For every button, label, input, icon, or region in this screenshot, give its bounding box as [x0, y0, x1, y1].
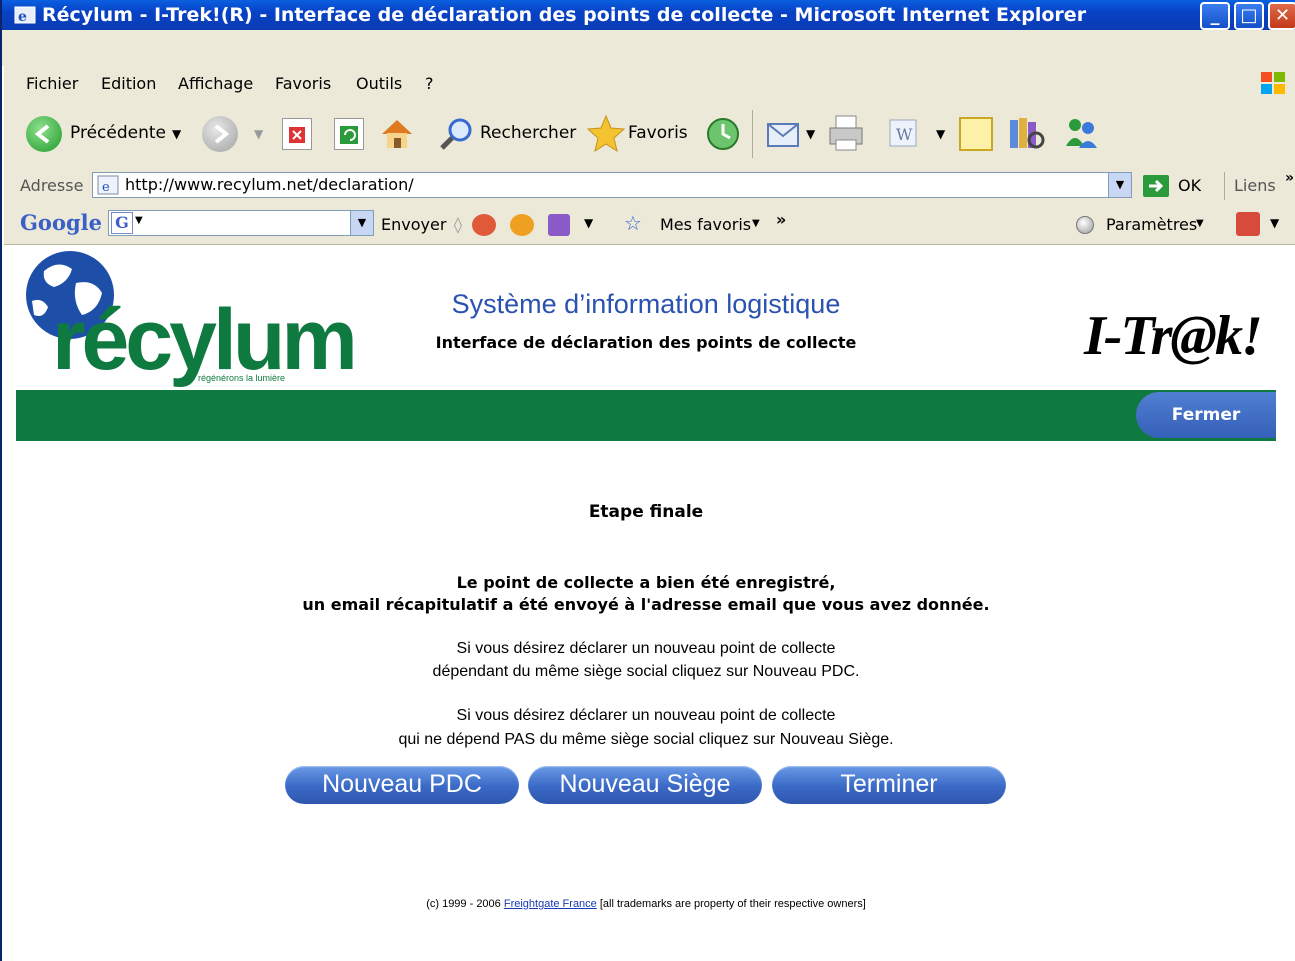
- bookmarks-button[interactable]: Mes favoris: [660, 215, 751, 234]
- popup-blocker-icon[interactable]: [472, 214, 496, 236]
- settings-dropdown-icon[interactable]: ▼: [1196, 218, 1204, 229]
- google-toolbar: Google G ▼ ▼ Envoyer ◊ ▼ ☆ Mes favoris ▼…: [4, 204, 1295, 245]
- links-label[interactable]: Liens: [1234, 176, 1276, 195]
- translate-icon[interactable]: [1236, 212, 1260, 236]
- window-title: Récylum - I-Trek!(R) - Interface de décl…: [42, 4, 1087, 26]
- url-dropdown-icon[interactable]: ▼: [1108, 173, 1131, 197]
- messenger-icon[interactable]: [1062, 114, 1102, 152]
- autofill-icon[interactable]: [510, 214, 534, 236]
- history-icon[interactable]: [704, 116, 742, 152]
- bookmarks-dropdown-icon[interactable]: ▼: [752, 218, 760, 229]
- logo-tagline: régénérons la lumière: [198, 373, 286, 383]
- confirmation-line-1: Le point de collecte a bien été enregist…: [456, 573, 836, 592]
- browser-window: e Récylum - I-Trek!(R) - Interface de dé…: [0, 0, 1295, 961]
- nav-bar: Fermer: [16, 390, 1276, 441]
- menu-help[interactable]: ?: [425, 74, 434, 93]
- svg-text:W: W: [896, 125, 913, 144]
- footer-copyright: (c) 1999 - 2006: [426, 898, 501, 910]
- nouveau-siege-button[interactable]: Nouveau Siège: [528, 766, 762, 804]
- menubar-top-spacer: [2, 30, 1295, 66]
- close-window-button[interactable]: ✕: [1268, 2, 1295, 30]
- edit-word-icon[interactable]: W: [888, 118, 920, 150]
- settings-radio-icon[interactable]: [1076, 216, 1094, 234]
- forward-arrow-icon[interactable]: [202, 116, 238, 152]
- google-search-input[interactable]: G ▼ ▼: [108, 210, 374, 236]
- menu-bar: Fichier Edition Affichage Favoris Outils…: [4, 66, 1295, 101]
- options-dropdown-icon[interactable]: ▼: [584, 216, 593, 230]
- address-label: Adresse: [20, 176, 84, 195]
- go-arrow-icon[interactable]: [1142, 174, 1172, 198]
- menu-favoris[interactable]: Favoris: [275, 74, 331, 93]
- refresh-icon[interactable]: [334, 118, 364, 150]
- terminer-button[interactable]: Terminer: [772, 766, 1006, 804]
- info-pdc-line-1: Si vous désirez déclarer un nouveau poin…: [456, 640, 836, 657]
- footer-trademarks: [all trademarks are property of their re…: [599, 898, 866, 910]
- options-icon[interactable]: [548, 214, 570, 236]
- menu-affichage[interactable]: Affichage: [178, 74, 253, 93]
- mail-dropdown-icon[interactable]: ▼: [806, 127, 815, 141]
- stop-icon[interactable]: [282, 118, 312, 150]
- search-button[interactable]: Rechercher: [480, 123, 576, 143]
- toolbar-separator: [752, 110, 753, 158]
- favorites-button[interactable]: Favoris: [628, 123, 688, 143]
- fermer-button[interactable]: Fermer: [1136, 392, 1276, 438]
- minimize-button[interactable]: _: [1200, 2, 1230, 30]
- bookmark-star-icon[interactable]: ☆: [624, 211, 642, 235]
- settings-button[interactable]: Paramètres: [1106, 215, 1197, 234]
- page-ie-icon: e: [97, 175, 119, 195]
- standard-toolbar: Précédente ▼ ▼ Rechercher Favoris ▼ W ▼: [4, 100, 1295, 169]
- info-pdc-line-2: dépendant du même siège social cliquez s…: [432, 663, 860, 680]
- mail-icon[interactable]: [766, 118, 804, 150]
- discuss-note-icon[interactable]: [958, 116, 996, 152]
- step-heading: Etape finale: [588, 502, 704, 522]
- windows-logo-icon: [1261, 72, 1285, 94]
- search-icon[interactable]: [438, 116, 478, 152]
- print-icon[interactable]: [826, 114, 868, 154]
- links-chevron[interactable]: »: [1285, 170, 1294, 186]
- info-siege-line-1: Si vous désirez déclarer un nouveau poin…: [456, 707, 836, 724]
- back-arrow-icon[interactable]: [26, 116, 62, 152]
- edit-dropdown-icon[interactable]: ▼: [936, 127, 945, 141]
- google-g-icon[interactable]: G: [111, 212, 133, 234]
- url-input[interactable]: e http://www.recylum.net/declaration/ ▼: [92, 172, 1132, 198]
- menu-fichier[interactable]: Fichier: [26, 74, 78, 93]
- google-logo: Google: [20, 210, 102, 235]
- title-bar: e Récylum - I-Trek!(R) - Interface de dé…: [2, 0, 1295, 30]
- translate-dropdown-icon[interactable]: ▼: [1270, 216, 1279, 230]
- svg-text:e: e: [102, 180, 110, 195]
- google-chevron[interactable]: »: [776, 210, 786, 229]
- forward-dropdown-icon[interactable]: ▼: [254, 127, 263, 141]
- back-dropdown-icon[interactable]: ▼: [172, 127, 181, 141]
- info-siege-line-2: qui ne dépend PAS du même siège social c…: [398, 731, 894, 748]
- maximize-button[interactable]: □: [1234, 2, 1264, 30]
- ie-icon: e: [14, 6, 36, 25]
- itrek-logo: I-Tr@k!: [1084, 305, 1263, 367]
- research-books-icon[interactable]: [1006, 114, 1046, 152]
- url-text: http://www.recylum.net/declaration/: [125, 175, 414, 194]
- google-search-dropdown-icon[interactable]: ▼: [350, 211, 373, 235]
- favorites-star-icon[interactable]: [586, 114, 626, 152]
- site-header: récylum régénérons la lumière Système d’…: [16, 245, 1276, 390]
- google-g-dropdown-icon[interactable]: ▼: [135, 215, 143, 226]
- svg-text:e: e: [18, 9, 27, 25]
- nouveau-pdc-button[interactable]: Nouveau PDC: [285, 766, 519, 804]
- links-separator: [1224, 172, 1225, 200]
- address-bar: Adresse e http://www.recylum.net/declara…: [4, 168, 1295, 205]
- google-separator-icon: ◊: [454, 215, 462, 234]
- menu-edition[interactable]: Edition: [101, 74, 156, 93]
- google-send-button[interactable]: Envoyer: [381, 215, 446, 234]
- footer: (c) 1999 - 2006 Freightgate France [all …: [16, 898, 1276, 910]
- web-page: récylum régénérons la lumière Système d’…: [16, 245, 1295, 961]
- back-button[interactable]: Précédente: [70, 123, 166, 143]
- menu-outils[interactable]: Outils: [356, 74, 402, 93]
- freightgate-link[interactable]: Freightgate France: [504, 898, 597, 910]
- confirmation-line-2: un email récapitulatif a été envoyé à l'…: [302, 595, 990, 614]
- go-button[interactable]: OK: [1178, 176, 1201, 195]
- home-icon[interactable]: [378, 114, 416, 152]
